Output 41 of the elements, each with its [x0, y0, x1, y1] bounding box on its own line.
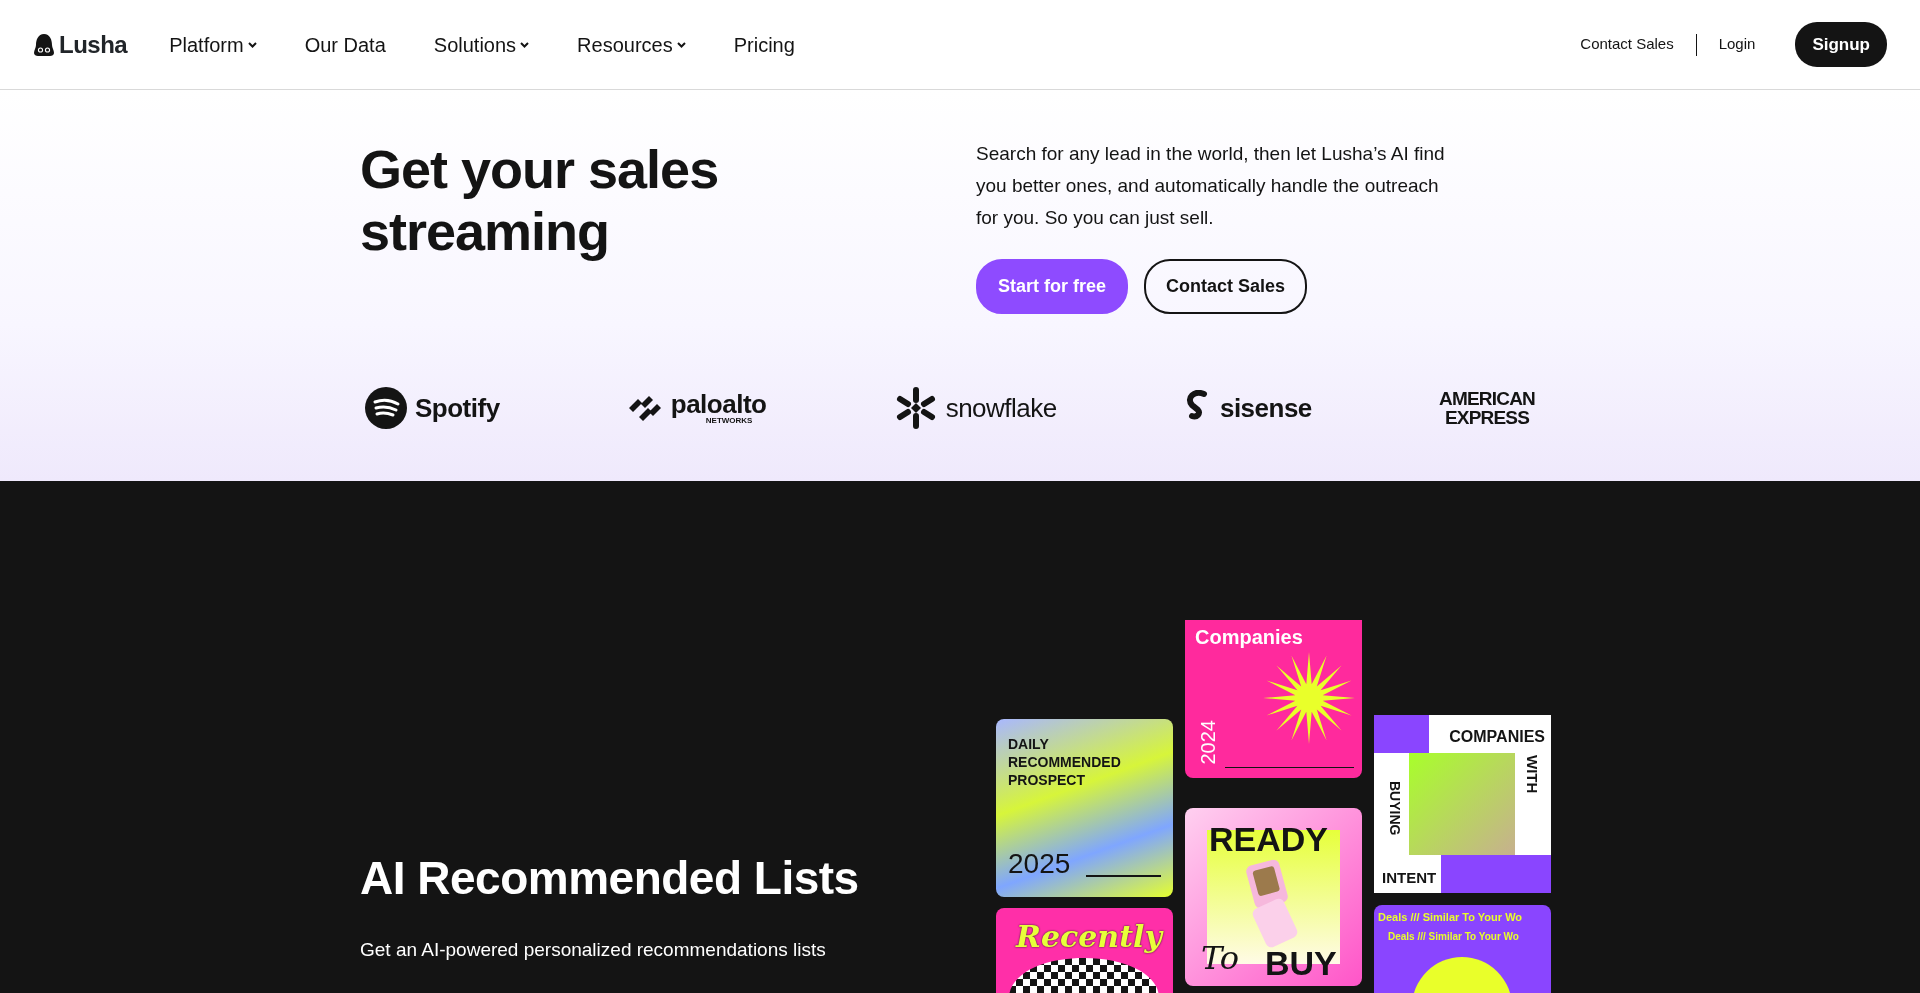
nav-link[interactable]: Resources	[577, 29, 686, 60]
logo-text: sisense	[1219, 395, 1312, 421]
card-text: Companies	[1195, 625, 1303, 650]
nav-link[interactable]: Our Data	[304, 29, 386, 60]
logo-text: Lusha	[59, 29, 128, 60]
card-text: BUYING	[1386, 781, 1404, 836]
logo-text: EXPRESS	[1444, 408, 1530, 427]
nav-link[interactable]: Login	[1718, 33, 1756, 56]
card-text: INTENT	[1382, 867, 1437, 888]
nav-link[interactable]: Platform	[169, 29, 257, 60]
card-text: Recently	[1016, 918, 1162, 956]
nav-link[interactable]: Solutions	[433, 29, 530, 60]
nav-link[interactable]: Contact Sales	[1580, 33, 1674, 56]
logo-text: Spotify	[415, 395, 500, 421]
card-text: To	[1201, 938, 1240, 979]
chevron-down-icon	[520, 41, 530, 48]
card-text: 2025	[1008, 847, 1071, 881]
hero-description: Search for any lead in the world, then let Lusha’s AI find you better ones, and automatically handle the outreach for you. So you can just sell.	[976, 142, 1446, 230]
card-text: WITH	[1523, 755, 1542, 794]
logo-text: NETWORKS	[705, 417, 753, 425]
person-icon	[33, 32, 55, 57]
contact-sales-button[interactable]: Contact Sales	[1144, 259, 1308, 314]
card-text: Deals /// Similar To Your Wo	[1378, 910, 1523, 925]
chevron-down-icon	[247, 41, 257, 48]
card-text: DAILY RECOMMENDED PROSPECT	[1008, 735, 1122, 789]
card-text: READY	[1209, 819, 1329, 860]
section-heading: AI Recommended Lists	[360, 851, 860, 906]
card-text: BUY	[1265, 943, 1337, 984]
hero-heading: Get your sales streaming	[360, 138, 720, 262]
card-text: 2024	[1196, 719, 1220, 764]
card-text: Deals /// Similar To Your Wo	[1388, 930, 1519, 944]
logo-text: AMERICAN	[1439, 389, 1535, 408]
section-description: Get an AI-powered personalized recommendations lists	[360, 938, 827, 963]
logo-text: snowflake	[945, 395, 1057, 421]
nav-link[interactable]: Pricing	[733, 29, 795, 60]
chevron-down-icon	[676, 41, 686, 48]
signup-button[interactable]: Signup	[1795, 21, 1887, 68]
card-text: COMPANIES	[1449, 727, 1545, 747]
waves-icon	[365, 387, 407, 429]
logo-text: paloalto	[670, 391, 767, 417]
start-button[interactable]: Start for free	[976, 259, 1129, 314]
